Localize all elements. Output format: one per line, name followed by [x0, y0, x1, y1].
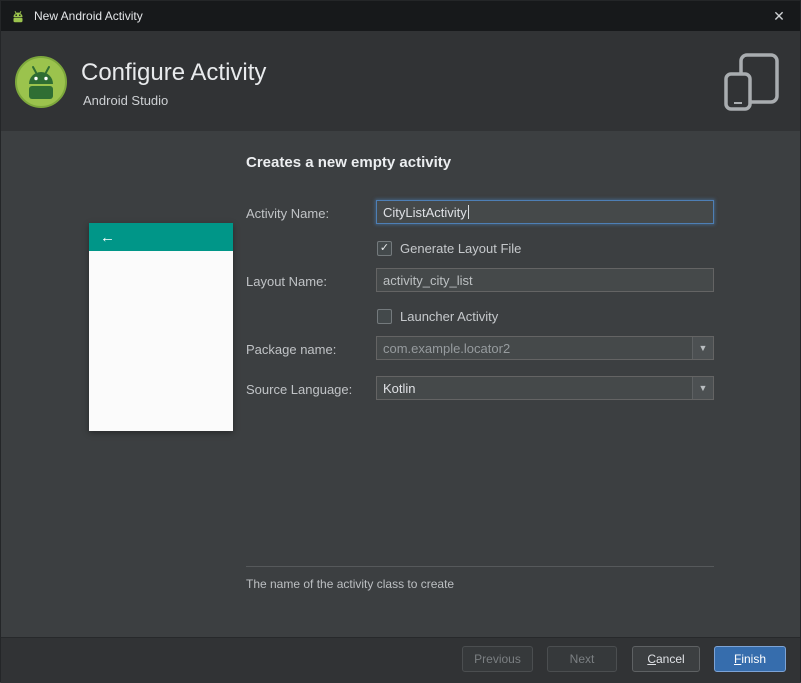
activity-preview: ← — [89, 223, 233, 431]
source-language-label: Source Language: — [246, 382, 353, 397]
hint-text: The name of the activity class to create — [246, 577, 455, 591]
package-name-value: com.example.locator2 — [383, 340, 511, 356]
title-bar: New Android Activity ✕ — [1, 1, 800, 31]
layout-name-input[interactable]: activity_city_list — [376, 268, 714, 292]
form-heading: Creates a new empty activity — [246, 154, 452, 171]
android-icon — [13, 10, 23, 23]
previous-button[interactable]: Previous — [462, 646, 533, 672]
activity-name-input[interactable]: CityListActivity — [376, 200, 714, 224]
layout-name-value: activity_city_list — [383, 272, 473, 288]
back-arrow-icon: ← — [100, 228, 115, 246]
form-separator — [246, 566, 714, 567]
phone-tablet-icon — [724, 53, 779, 111]
package-name-label: Package name: — [246, 342, 337, 357]
package-name-combobox[interactable]: com.example.locator2 ▼ — [376, 336, 714, 360]
wizard-content: Creates a new empty activity ← Activity … — [1, 131, 800, 637]
launcher-activity-label[interactable]: Launcher Activity — [400, 309, 498, 324]
generate-layout-row: ✓ Generate Layout File — [377, 240, 521, 256]
source-language-dropdown-arrow-icon[interactable]: ▼ — [692, 377, 713, 399]
button-bar: Previous Next Cancel Finish — [1, 637, 800, 683]
source-language-combobox[interactable]: Kotlin ▼ — [376, 376, 714, 400]
wizard-subtitle: Android Studio — [83, 93, 169, 108]
wizard-header: Configure Activity Android Studio — [1, 31, 800, 131]
cancel-button[interactable]: Cancel — [632, 646, 700, 672]
launcher-activity-row: Launcher Activity — [377, 308, 498, 324]
package-name-dropdown-arrow-icon[interactable]: ▼ — [692, 337, 713, 359]
activity-name-label: Activity Name: — [246, 206, 330, 221]
wizard-title: Configure Activity — [81, 59, 267, 86]
window-title: New Android Activity — [34, 9, 143, 23]
new-android-activity-dialog: New Android Activity ✕ Configure Activit… — [0, 0, 801, 683]
launcher-activity-checkbox[interactable] — [377, 308, 392, 324]
next-button[interactable]: Next — [547, 646, 617, 672]
source-language-value: Kotlin — [383, 380, 416, 396]
activity-preview-appbar: ← — [89, 223, 233, 251]
text-caret — [467, 205, 469, 219]
activity-name-value: CityListActivity — [383, 204, 467, 220]
finish-button[interactable]: Finish — [714, 646, 786, 672]
generate-layout-checkbox[interactable]: ✓ — [377, 240, 392, 256]
activity-preview-body — [89, 251, 233, 431]
layout-name-label: Layout Name: — [246, 274, 327, 289]
android-studio-logo-icon — [15, 56, 67, 108]
close-button[interactable]: ✕ — [758, 1, 800, 31]
generate-layout-label[interactable]: Generate Layout File — [400, 241, 521, 256]
